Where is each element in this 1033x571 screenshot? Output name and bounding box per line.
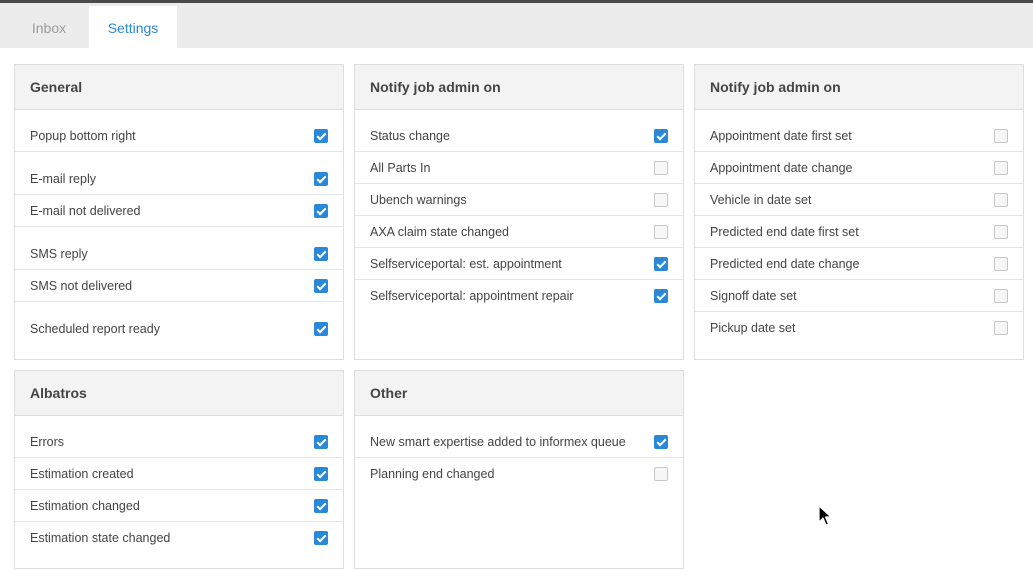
setting-signoff-date-set: Signoff date set [695,280,1023,312]
setting-label: SMS reply [30,247,88,261]
setting-estimation-state-changed: Estimation state changed [15,522,343,554]
setting-label: Appointment date change [710,161,853,175]
setting-appointment-date-first-set: Appointment date first set [695,120,1023,152]
setting-checkbox[interactable] [314,499,328,513]
setting-label: Status change [370,129,450,143]
setting-label: Predicted end date change [710,257,860,271]
setting-label: Popup bottom right [30,129,136,143]
top-tab-bar: Inbox Settings [0,0,1033,51]
setting-status-change: Status change [355,120,683,152]
setting-label: Pickup date set [710,321,796,335]
setting-checkbox[interactable] [654,129,668,143]
setting-checkbox[interactable] [314,129,328,143]
setting-checkbox[interactable] [994,321,1008,335]
setting-email-reply: E-mail reply [15,163,343,195]
setting-checkbox[interactable] [314,531,328,545]
setting-estimation-changed: Estimation changed [15,490,343,522]
setting-checkbox[interactable] [994,161,1008,175]
setting-checkbox[interactable] [314,467,328,481]
setting-sms-reply: SMS reply [15,238,343,270]
setting-vehicle-in-date-set: Vehicle in date set [695,184,1023,216]
setting-checkbox[interactable] [994,193,1008,207]
setting-label: All Parts In [370,161,431,175]
albatros-panel-title: Albatros [15,371,343,416]
setting-estimation-created: Estimation created [15,458,343,490]
tab-inbox[interactable]: Inbox [10,6,88,51]
setting-label: Estimation state changed [30,531,171,545]
setting-appointment-date-change: Appointment date change [695,152,1023,184]
setting-label: Vehicle in date set [710,193,812,207]
other-panel-title: Other [355,371,683,416]
other-panel: Other New smart expertise added to infor… [354,370,684,569]
setting-popup-bottom-right: Popup bottom right [15,120,343,152]
setting-axa-claim-state-changed: AXA claim state changed [355,216,683,248]
setting-checkbox[interactable] [314,435,328,449]
notify-job-admin-panel-1: Notify job admin on Status change All Pa… [354,64,684,360]
setting-checkbox[interactable] [314,172,328,186]
setting-checkbox[interactable] [314,322,328,336]
tab-settings[interactable]: Settings [89,6,177,51]
setting-ssp-est-appointment: Selfserviceportal: est. appointment [355,248,683,280]
setting-checkbox[interactable] [314,279,328,293]
setting-predicted-end-date-change: Predicted end date change [695,248,1023,280]
setting-checkbox[interactable] [994,129,1008,143]
setting-new-smart-expertise: New smart expertise added to informex qu… [355,426,683,458]
albatros-panel: Albatros Errors Estimation created Estim… [14,370,344,569]
notify-panel-2-title: Notify job admin on [695,65,1023,110]
setting-checkbox[interactable] [654,161,668,175]
setting-label: New smart expertise added to informex qu… [370,435,626,449]
setting-errors: Errors [15,426,343,458]
setting-checkbox[interactable] [654,467,668,481]
setting-label: Selfserviceportal: appointment repair [370,289,574,303]
setting-checkbox[interactable] [994,289,1008,303]
setting-checkbox[interactable] [654,193,668,207]
setting-email-not-delivered: E-mail not delivered [15,195,343,227]
setting-label: AXA claim state changed [370,225,509,239]
setting-checkbox[interactable] [994,257,1008,271]
setting-checkbox[interactable] [654,225,668,239]
setting-checkbox[interactable] [654,435,668,449]
general-panel-title: General [15,65,343,110]
setting-checkbox[interactable] [654,289,668,303]
setting-label: Planning end changed [370,467,495,481]
setting-checkbox[interactable] [314,247,328,261]
setting-label: Appointment date first set [710,129,852,143]
setting-ubench-warnings: Ubench warnings [355,184,683,216]
setting-label: SMS not delivered [30,279,133,293]
setting-label: Ubench warnings [370,193,467,207]
setting-label: E-mail not delivered [30,204,141,218]
setting-scheduled-report-ready: Scheduled report ready [15,313,343,345]
setting-sms-not-delivered: SMS not delivered [15,270,343,302]
setting-ssp-appointment-repair: Selfserviceportal: appointment repair [355,280,683,312]
mouse-cursor-icon [818,505,832,526]
setting-label: Estimation changed [30,499,140,513]
setting-planning-end-changed: Planning end changed [355,458,683,490]
setting-label: Errors [30,435,65,449]
setting-checkbox[interactable] [994,225,1008,239]
notify-panel-1-title: Notify job admin on [355,65,683,110]
setting-label: E-mail reply [30,172,96,186]
setting-checkbox[interactable] [314,204,328,218]
general-panel: General Popup bottom right E-mail reply … [14,64,344,360]
setting-label: Signoff date set [710,289,797,303]
setting-label: Selfserviceportal: est. appointment [370,257,562,271]
setting-label: Predicted end date first set [710,225,859,239]
setting-all-parts-in: All Parts In [355,152,683,184]
setting-label: Scheduled report ready [30,322,160,336]
setting-pickup-date-set: Pickup date set [695,312,1023,344]
setting-predicted-end-date-first-set: Predicted end date first set [695,216,1023,248]
setting-checkbox[interactable] [654,257,668,271]
notify-job-admin-panel-2: Notify job admin on Appointment date fir… [694,64,1024,360]
setting-label: Estimation created [30,467,134,481]
